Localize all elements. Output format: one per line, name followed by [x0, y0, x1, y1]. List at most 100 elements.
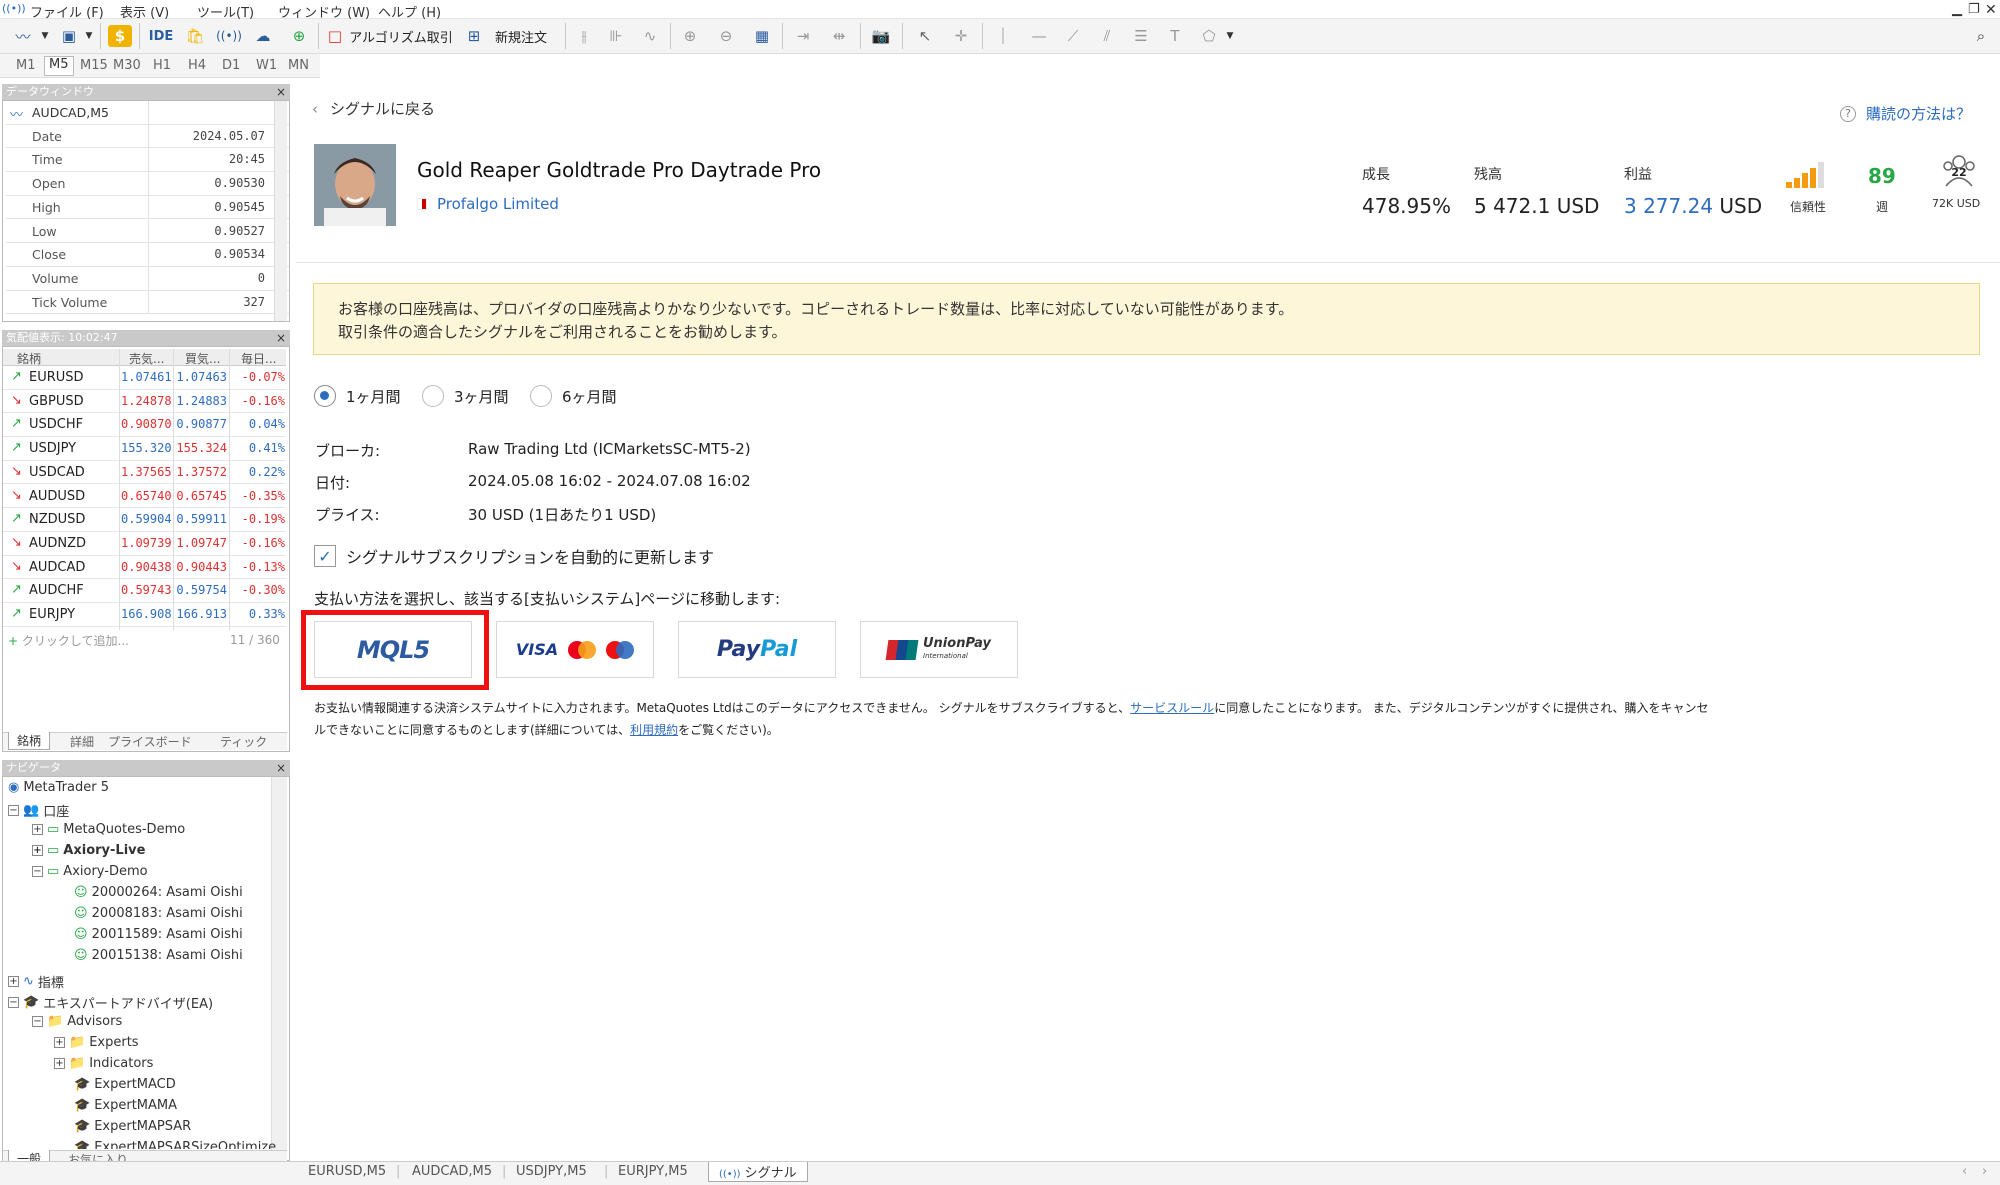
market-row[interactable]: ↗ EURJPY 166.908 166.913 0.33% — [3, 603, 286, 627]
tf-d1[interactable]: D1 — [222, 58, 240, 73]
globe-plus-icon[interactable]: ⊕ — [286, 24, 312, 48]
period-3m-radio[interactable]: 3ヶ月間 — [422, 385, 509, 407]
stop-icon[interactable]: □ — [326, 24, 344, 48]
ide-button[interactable]: IDE — [146, 24, 176, 48]
vertical-line-icon[interactable]: ⏐ — [990, 24, 1016, 48]
service-rules-link[interactable]: サービスルール — [1130, 701, 1214, 715]
nav-account-axiory-demo[interactable]: − ▭ Axiory-Demo — [32, 864, 148, 879]
crosshair-icon[interactable]: ✛ — [948, 24, 974, 48]
minimize-icon[interactable]: ▁ — [1952, 2, 1962, 17]
chart-shift-icon[interactable]: ⇹ — [826, 24, 852, 48]
nav-account-metaquotes[interactable]: + ▭ MetaQuotes-Demo — [32, 822, 185, 837]
nav-experts[interactable]: − 🎓 エキスパートアドバイザ(EA) — [8, 993, 213, 1012]
text-icon[interactable]: T — [1162, 24, 1188, 48]
algo-trading-button[interactable]: アルゴリズム取引 — [346, 24, 456, 48]
tf-m5[interactable]: M5 — [44, 56, 74, 76]
market-row[interactable]: ↘ AUDUSD 0.65740 0.65745 -0.35% — [3, 485, 286, 509]
chart-window-icon[interactable]: ▣ — [56, 24, 82, 48]
chevron-down-icon[interactable]: ▼ — [1224, 24, 1236, 48]
chevron-down-icon[interactable]: ▼ — [40, 24, 50, 48]
close-icon[interactable]: × — [274, 330, 288, 346]
new-order-button[interactable]: 新規注文 — [488, 24, 554, 48]
pay-paypal-button[interactable]: PayPal — [678, 621, 836, 678]
dollar-icon[interactable]: $ — [108, 25, 132, 47]
market-row[interactable]: ↗ USDJPY 155.320 155.324 0.41% — [3, 437, 286, 461]
market-row[interactable]: ↗ EURUSD 1.07461 1.07463 -0.07% — [3, 366, 286, 390]
nav-account-axiory-live[interactable]: + ▭ Axiory-Live — [32, 843, 145, 858]
tf-mn[interactable]: MN — [288, 58, 309, 73]
nav-user[interactable]: ☺ 20008183: Asami Oishi — [74, 906, 243, 921]
close-icon[interactable]: × — [274, 84, 288, 100]
nav-advisors-folder[interactable]: − 📁 Advisors — [32, 1014, 122, 1029]
tab-chart-eurusd[interactable]: EURUSD,M5 — [308, 1164, 386, 1179]
nav-user[interactable]: ☺ 20000264: Asami Oishi — [74, 885, 243, 900]
tab-details[interactable]: 詳細 — [70, 733, 94, 750]
tf-m1[interactable]: M1 — [16, 58, 36, 73]
zoom-out-icon[interactable]: ⊖ — [714, 24, 738, 48]
nav-ea[interactable]: 🎓 ExpertMAMA — [74, 1098, 177, 1113]
tf-h4[interactable]: H4 — [188, 58, 206, 73]
cloud-icon[interactable]: ☁ — [250, 24, 276, 48]
pay-unionpay-button[interactable]: UnionPay International — [860, 621, 1018, 678]
tf-h1[interactable]: H1 — [153, 58, 171, 73]
signal-icon[interactable]: ((•)) — [216, 24, 242, 48]
nav-indicators[interactable]: + ∿ 指標 — [8, 972, 64, 991]
nav-ea[interactable]: 🎓 ExpertMACD — [74, 1077, 176, 1092]
back-link[interactable]: ‹ シグナルに戻る — [312, 98, 435, 119]
provider-link[interactable]: Profalgo Limited — [417, 195, 559, 213]
autoscroll-icon[interactable]: ⇥ — [790, 24, 816, 48]
period-1m-radio[interactable]: 1ヶ月間 — [314, 385, 401, 407]
market-row[interactable]: ↗ USDCHF 0.90870 0.90877 0.04% — [3, 413, 286, 438]
nav-accounts[interactable]: − 👥 口座 — [8, 801, 69, 820]
close-icon[interactable]: ✕ — [1985, 2, 1997, 18]
market-row[interactable]: ↘ USDCAD 1.37565 1.37572 0.22% — [3, 461, 286, 485]
nav-ea[interactable]: 🎓 ExpertMAPSARSizeOptimize — [74, 1140, 276, 1149]
market-row[interactable]: ↗ NZDUSD 0.59904 0.59911 -0.19% — [3, 508, 286, 532]
add-symbol-row[interactable]: + クリックして追加... — [8, 632, 129, 649]
tab-chart-eurjpy[interactable]: EURJPY,M5 — [618, 1164, 688, 1179]
tab-symbols[interactable]: 銘柄 — [8, 732, 51, 750]
nav-user[interactable]: ☺ 20011589: Asami Oishi — [74, 927, 243, 942]
auto-renew-checkbox[interactable]: ✓ シグナルサブスクリプションを自動的に更新します — [314, 544, 714, 568]
nav-experts-folder[interactable]: + 📁 Experts — [54, 1035, 139, 1050]
bar-chart-icon[interactable]: ⫲ — [572, 24, 596, 48]
nav-ea[interactable]: 🎓 ExpertMAPSAR — [74, 1119, 191, 1134]
market-row[interactable]: ↗ AUDCHF 0.59743 0.59754 -0.30% — [3, 579, 286, 603]
tab-ticks[interactable]: ティック — [220, 733, 267, 750]
chevron-down-icon[interactable]: ▼ — [84, 24, 94, 48]
trendline-icon[interactable]: ⟋ — [1060, 24, 1086, 48]
signal-icon[interactable]: ((•)) — [2, 2, 26, 15]
zoom-in-icon[interactable]: ⊕ — [678, 24, 702, 48]
grid-icon[interactable]: ▦ — [750, 24, 774, 48]
camera-icon[interactable]: 📷 — [868, 24, 894, 48]
tab-priceboard[interactable]: プライスボード — [108, 733, 192, 750]
tab-signals[interactable]: ((•)) シグナル — [708, 1162, 808, 1182]
fibonacci-icon[interactable]: ☰ — [1128, 24, 1154, 48]
nav-root[interactable]: ◉ MetaTrader 5 — [8, 780, 109, 795]
nav-user[interactable]: ☺ 20015138: Asami Oishi — [74, 948, 243, 963]
market-row[interactable]: ↘ GBPUSD 1.24878 1.24883 -0.16% — [3, 390, 286, 414]
close-icon[interactable]: × — [274, 760, 288, 776]
tab-chart-audcad[interactable]: AUDCAD,M5 — [412, 1164, 492, 1179]
scrollbar[interactable] — [274, 101, 287, 321]
shapes-icon[interactable]: ⬠ — [1196, 24, 1222, 48]
pay-card-button[interactable]: VISA — [496, 621, 654, 678]
tf-w1[interactable]: W1 — [256, 58, 277, 73]
scrollbar[interactable] — [271, 777, 287, 1152]
tab-chart-usdjpy[interactable]: USDJPY,M5 — [516, 1164, 587, 1179]
tf-m30[interactable]: M30 — [113, 58, 141, 73]
search-icon[interactable]: ⌕ — [1968, 24, 1994, 48]
horizontal-line-icon[interactable]: — — [1026, 24, 1052, 48]
line-chart-icon[interactable]: 〰 — [8, 24, 38, 48]
terms-link[interactable]: 利用規約 — [630, 723, 678, 737]
chevron-left-icon[interactable]: ‹ — [1962, 1164, 1967, 1179]
channel-icon[interactable]: ⫽ — [1094, 24, 1120, 48]
cursor-icon[interactable]: ↖ — [912, 24, 938, 48]
shopping-bag-icon[interactable]: 🛍 — [184, 24, 206, 48]
candle-icon[interactable]: ⊪ — [604, 24, 628, 48]
tf-m15[interactable]: M15 — [80, 58, 108, 73]
line-icon[interactable]: ∿ — [638, 24, 662, 48]
chevron-right-icon[interactable]: › — [1982, 1164, 1987, 1179]
how-to-subscribe-link[interactable]: ? 購読の方法は？ — [1840, 103, 1971, 124]
new-order-icon[interactable]: ⊞ — [464, 24, 484, 48]
